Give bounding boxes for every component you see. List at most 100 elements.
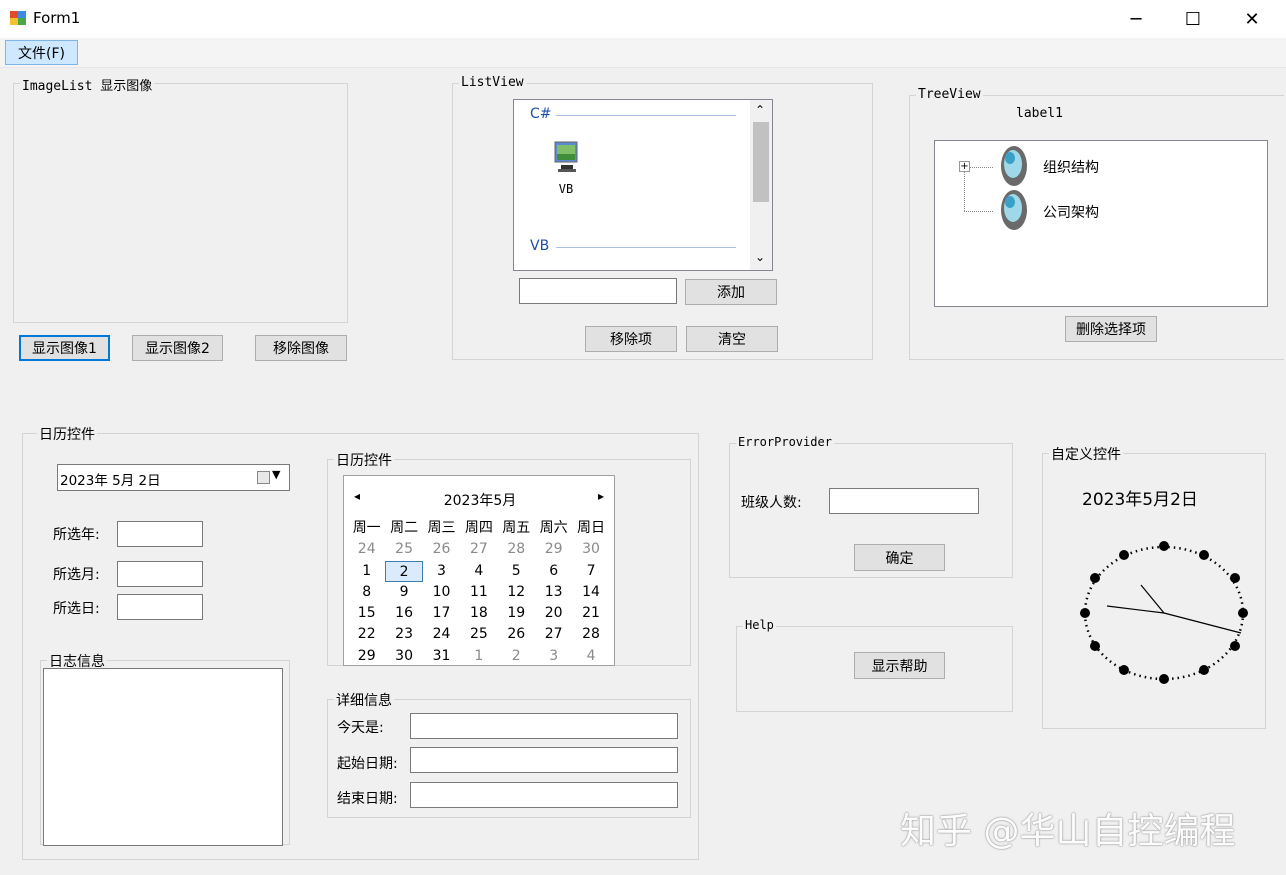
end-date-label: 结束日期: — [337, 791, 398, 807]
calendar-week-row: 24 25 26 27 28 29 30 — [348, 539, 610, 560]
calendar-day[interactable]: 27 — [535, 624, 572, 645]
calendar-day[interactable]: 27 — [460, 539, 497, 560]
scrollbar-thumb[interactable] — [753, 122, 769, 202]
listview[interactable]: C# VB VB ⌃ ⌄ — [513, 99, 773, 271]
calendar-day[interactable]: 7 — [572, 561, 609, 582]
calendar-day[interactable]: 4 — [572, 646, 609, 665]
custom-control-group-label: 自定义控件 — [1049, 444, 1123, 464]
start-date-field[interactable] — [410, 747, 678, 773]
calendar-day[interactable]: 25 — [460, 624, 497, 645]
listview-group-vb: VB — [530, 238, 550, 254]
calendar-day[interactable]: 29 — [348, 646, 385, 665]
expand-icon[interactable]: + — [959, 161, 970, 172]
calendar-day[interactable]: 14 — [572, 582, 609, 603]
calendar-day[interactable]: 26 — [498, 624, 535, 645]
listview-group-divider — [556, 247, 736, 248]
show-help-button[interactable]: 显示帮助 — [854, 652, 945, 679]
close-button[interactable]: ✕ — [1229, 0, 1275, 38]
calendar-day[interactable]: 9 — [385, 582, 422, 603]
month-calendar[interactable]: ◂ 2023年5月 ▸ 周一 周二 周三 周四 周五 周六 周日 24 25 2… — [343, 475, 615, 666]
calendar-day[interactable]: 10 — [423, 582, 460, 603]
listview-input[interactable] — [519, 278, 677, 304]
minimize-button[interactable]: ─ — [1113, 0, 1159, 38]
calendar-week-row: 15 16 17 18 19 20 21 — [348, 603, 610, 624]
calendar-day[interactable]: 24 — [423, 624, 460, 645]
clock-second-hand — [1163, 612, 1242, 634]
calendar-day[interactable]: 28 — [498, 539, 535, 560]
calendar-day[interactable]: 16 — [385, 603, 422, 624]
calendar-day[interactable]: 20 — [535, 603, 572, 624]
calendar-day[interactable]: 26 — [423, 539, 460, 560]
calendar-day[interactable]: 23 — [385, 624, 422, 645]
today-field[interactable] — [410, 713, 678, 739]
remove-item-button[interactable]: 移除项 — [585, 326, 677, 352]
calendar-week-row: 22 23 24 25 26 27 28 — [348, 624, 610, 645]
calendar-day[interactable]: 30 — [572, 539, 609, 560]
calendar-day[interactable]: 2 — [498, 646, 535, 665]
date-time-picker[interactable]: 2023年 5月 2日 ▼ — [57, 464, 290, 491]
weekday-label: 周日 — [577, 520, 606, 536]
add-button[interactable]: 添加 — [685, 279, 777, 305]
next-month-icon[interactable]: ▸ — [598, 489, 604, 503]
chevron-down-icon[interactable]: ▼ — [272, 468, 280, 481]
confirm-button[interactable]: 确定 — [854, 544, 945, 571]
remove-image-button[interactable]: 移除图像 — [255, 335, 347, 361]
class-count-label: 班级人数: — [741, 495, 802, 511]
calendar-day[interactable]: 29 — [535, 539, 572, 560]
selected-month-field[interactable] — [117, 561, 203, 587]
show-image2-button[interactable]: 显示图像2 — [132, 335, 223, 361]
tree-line — [969, 167, 993, 168]
calendar-day[interactable]: 28 — [572, 624, 609, 645]
class-count-field[interactable] — [829, 488, 979, 514]
listview-item[interactable]: VB — [546, 138, 586, 198]
weekday-label: 周六 — [539, 520, 568, 536]
menu-file[interactable]: 文件(F) — [5, 40, 78, 65]
calendar-day[interactable]: 25 — [385, 539, 422, 560]
calendar-day[interactable]: 24 — [348, 539, 385, 560]
calendar-day[interactable]: 8 — [348, 582, 385, 603]
calendar-day-selected[interactable]: 2 — [385, 560, 423, 582]
imagelist-group: ImageList 显示图像 — [13, 75, 348, 323]
scroll-down-icon[interactable]: ⌄ — [755, 250, 765, 264]
listview-group-divider — [556, 115, 736, 116]
tree-node-label[interactable]: 组织结构 — [1043, 157, 1099, 177]
calendar-day[interactable]: 1 — [460, 646, 497, 665]
listview-scrollbar[interactable]: ⌃ ⌄ — [750, 100, 772, 270]
calendar-day[interactable]: 3 — [423, 561, 460, 582]
delete-selected-button[interactable]: 删除选择项 — [1065, 316, 1157, 342]
calendar-title[interactable]: 2023年5月 — [344, 490, 614, 510]
calendar-day[interactable]: 4 — [460, 561, 497, 582]
selected-day-field[interactable] — [117, 594, 203, 620]
calendar-day[interactable]: 15 — [348, 603, 385, 624]
calendar-week-row: 1 2 3 4 5 6 7 — [348, 560, 610, 582]
calendar-grid: 周一 周二 周三 周四 周五 周六 周日 24 25 26 27 28 29 3… — [348, 518, 610, 665]
maximize-button[interactable]: ☐ — [1170, 0, 1216, 38]
calendar-day[interactable]: 31 — [423, 646, 460, 665]
tree-node-label[interactable]: 公司架构 — [1043, 202, 1099, 222]
calendar-day[interactable]: 21 — [572, 603, 609, 624]
help-group-label: Help — [743, 618, 776, 632]
scroll-up-icon[interactable]: ⌃ — [755, 103, 765, 117]
calendar-day[interactable]: 13 — [535, 582, 572, 603]
calendar-day[interactable]: 5 — [498, 561, 535, 582]
calendar-day[interactable]: 22 — [348, 624, 385, 645]
selected-year-field[interactable] — [117, 521, 203, 547]
calendar-day[interactable]: 3 — [535, 646, 572, 665]
end-date-field[interactable] — [410, 782, 678, 808]
show-image1-button[interactable]: 显示图像1 — [19, 335, 110, 361]
calendar-day[interactable]: 1 — [348, 561, 385, 582]
calendar-day[interactable]: 18 — [460, 603, 497, 624]
selected-year-label: 所选年: — [53, 527, 100, 543]
calendar-day[interactable]: 12 — [498, 582, 535, 603]
calendar-day[interactable]: 30 — [385, 646, 422, 665]
log-textarea[interactable] — [43, 668, 283, 846]
treeview[interactable]: + 组织结构 公司架构 — [934, 140, 1268, 307]
title-bar[interactable]: Form1 ─ ☐ ✕ — [0, 0, 1286, 38]
listview-group-csharp: C# — [530, 106, 552, 122]
calendar-icon[interactable] — [257, 471, 270, 484]
calendar-day[interactable]: 11 — [460, 582, 497, 603]
clear-button[interactable]: 清空 — [686, 326, 778, 352]
calendar-day[interactable]: 6 — [535, 561, 572, 582]
calendar-day[interactable]: 17 — [423, 603, 460, 624]
calendar-day[interactable]: 19 — [498, 603, 535, 624]
